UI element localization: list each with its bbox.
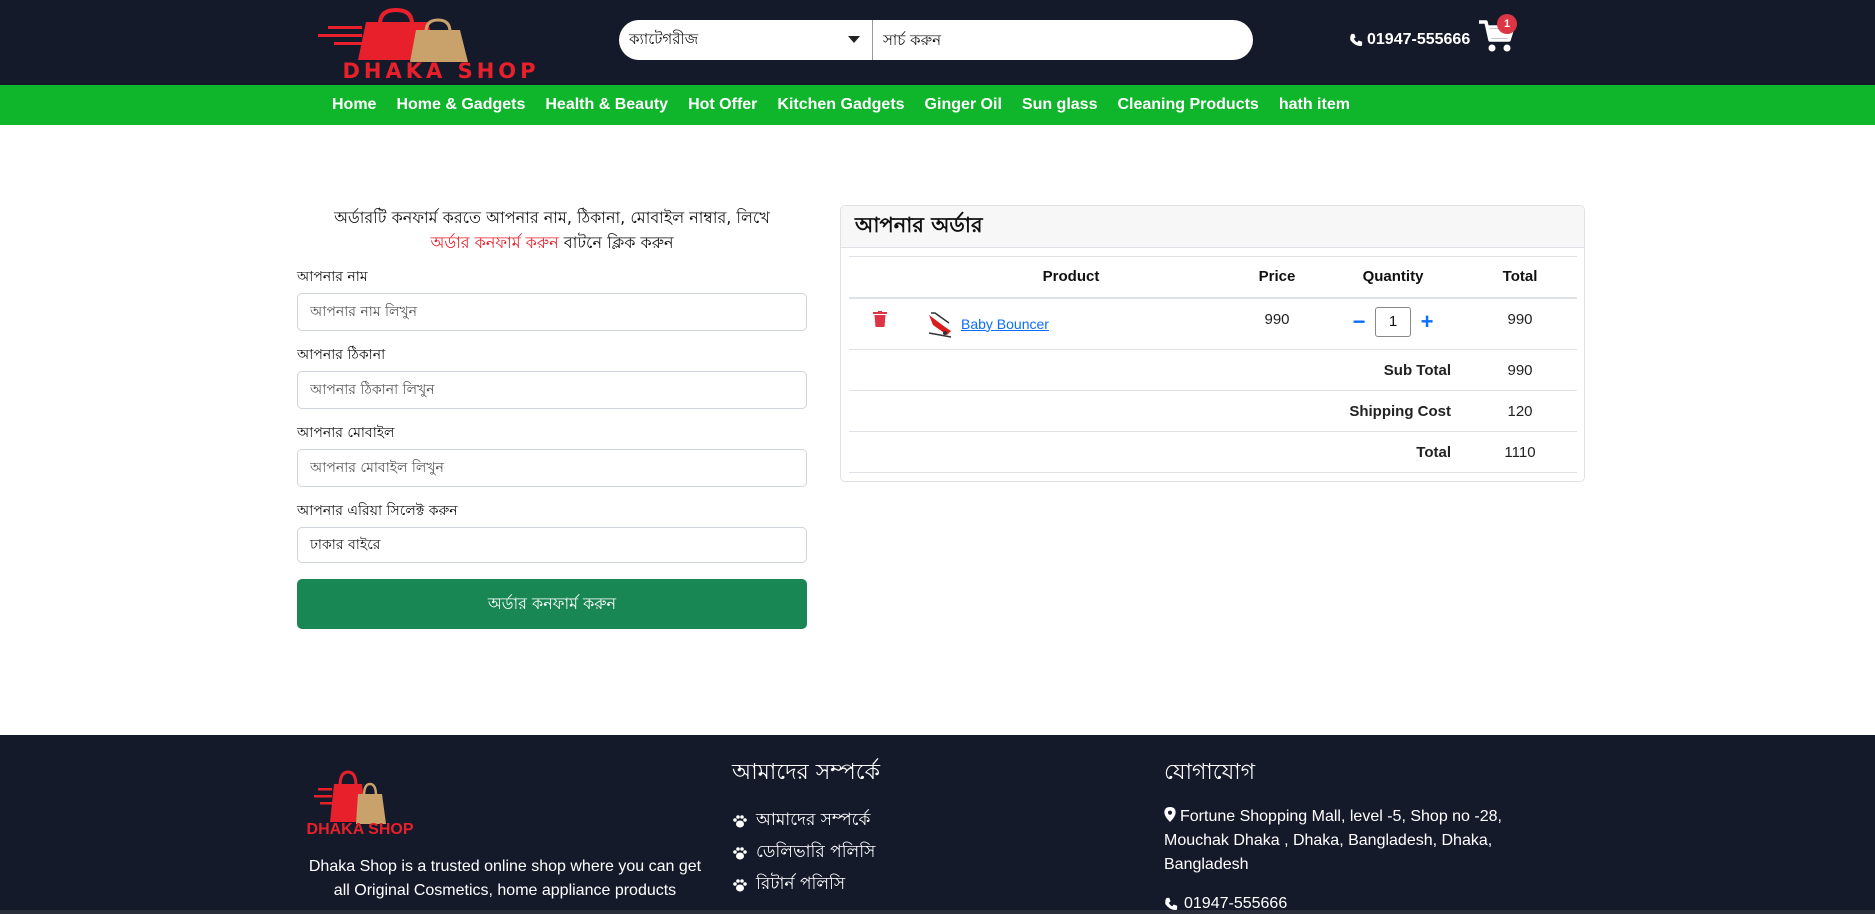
checkout-form: অর্ডারটি কনফার্ম করতে আপনার নাম, ঠিকানা,… bbox=[297, 205, 807, 629]
subtotal-value: 990 bbox=[1463, 349, 1577, 391]
nav-item-kitchen-gadgets[interactable]: Kitchen Gadgets bbox=[767, 96, 914, 114]
quantity-input[interactable] bbox=[1375, 306, 1411, 337]
phone-icon bbox=[1350, 33, 1363, 47]
paw-icon bbox=[733, 879, 747, 892]
total-value: 1110 bbox=[1463, 431, 1577, 473]
footer-about-text: Dhaka Shop is a trusted online shop wher… bbox=[308, 858, 702, 899]
total-row: Total 1110 bbox=[849, 431, 1577, 473]
minus-icon[interactable]: − bbox=[1351, 310, 1367, 332]
order-title: আপনার অর্ডার bbox=[841, 206, 1584, 248]
search-input[interactable] bbox=[873, 20, 1253, 60]
quantity-cell: − + bbox=[1323, 297, 1463, 350]
form-instructions: অর্ডারটি কনফার্ম করতে আপনার নাম, ঠিকানা,… bbox=[297, 205, 807, 255]
nav-item-home-gadgets[interactable]: Home & Gadgets bbox=[386, 96, 535, 114]
logo-text: DHAKA SHOP bbox=[342, 59, 540, 83]
nav-item-ginger-oil[interactable]: Ginger Oil bbox=[915, 96, 1012, 114]
site-logo[interactable]: DHAKA SHOP bbox=[288, 8, 594, 82]
col-price: Price bbox=[1231, 256, 1323, 299]
shopping-bags-logo-icon bbox=[318, 8, 468, 62]
footer-contact-title: যোগাযোগ bbox=[1164, 760, 1256, 785]
address-label: আপনার ঠিকানা bbox=[297, 347, 386, 363]
footer-link-label: রিটার্ন পলিসি bbox=[756, 874, 846, 894]
shipping-label: Shipping Cost bbox=[849, 390, 1463, 432]
header-phone-number: 01947-555666 bbox=[1367, 31, 1471, 48]
area-select-value: ঢাকার বাইরে bbox=[310, 537, 381, 553]
footer-link-label: ডেলিভারি পলিসি bbox=[756, 842, 876, 862]
area-label: আপনার এরিয়া সিলেক্ট করুন bbox=[297, 503, 458, 519]
footer-logo-text: DHAKA SHOP bbox=[306, 821, 414, 838]
instructions-tail: বাটনে ক্লিক করুন bbox=[558, 233, 674, 252]
shipping-row: Shipping Cost 120 bbox=[849, 390, 1577, 432]
footer-about-title: আমাদের সম্পর্কে bbox=[732, 760, 881, 785]
footer-address: Fortune Shopping Mall, level -5, Shop no… bbox=[1164, 805, 1524, 877]
main-nav: Home Home & Gadgets Health & Beauty Hot … bbox=[0, 85, 1875, 125]
nav-item-hot-offer[interactable]: Hot Offer bbox=[678, 96, 767, 114]
col-quantity: Quantity bbox=[1323, 256, 1463, 299]
mobile-label: আপনার মোবাইল bbox=[297, 425, 395, 441]
product-link[interactable]: Baby Bouncer bbox=[961, 316, 1049, 332]
paw-icon bbox=[733, 815, 747, 828]
remove-cell bbox=[849, 297, 911, 350]
trash-icon[interactable] bbox=[873, 310, 887, 327]
category-select[interactable]: ক্যাটেগরীজ bbox=[619, 20, 873, 60]
area-select[interactable]: ঢাকার বাইরে bbox=[297, 527, 807, 563]
order-table: Product Price Quantity Total Baby Bounce… bbox=[849, 256, 1577, 473]
paw-icon bbox=[733, 847, 747, 860]
nav-item-sun-glass[interactable]: Sun glass bbox=[1012, 96, 1108, 114]
map-marker-icon bbox=[1164, 807, 1176, 822]
name-label: আপনার নাম bbox=[297, 269, 368, 285]
item-price: 990 bbox=[1231, 297, 1323, 350]
footer-link-about[interactable]: আমাদের সম্পর্কে bbox=[732, 805, 875, 837]
order-summary-card: আপনার অর্ডার Product Price Quantity Tota… bbox=[840, 205, 1585, 482]
item-total: 990 bbox=[1463, 297, 1577, 350]
col-total: Total bbox=[1463, 256, 1577, 299]
phone-icon bbox=[1165, 897, 1178, 911]
footer-link-delivery[interactable]: ডেলিভারি পলিসি bbox=[732, 837, 875, 869]
product-thumbnail bbox=[928, 311, 952, 338]
footer-address-text: Fortune Shopping Mall, level -5, Shop no… bbox=[1164, 808, 1502, 873]
search-bar: ক্যাটেগরীজ bbox=[619, 20, 1253, 60]
category-select-label: ক্যাটেগরীজ bbox=[629, 29, 699, 48]
instructions-line-1: অর্ডারটি কনফার্ম করতে আপনার নাম, ঠিকানা,… bbox=[334, 208, 770, 227]
col-remove bbox=[849, 256, 911, 299]
product-cell: Baby Bouncer bbox=[911, 297, 1231, 350]
cart-count-badge: 1 bbox=[1497, 14, 1517, 34]
shipping-value: 120 bbox=[1463, 390, 1577, 432]
col-product: Product bbox=[911, 256, 1231, 299]
address-field[interactable] bbox=[297, 371, 807, 409]
name-field[interactable] bbox=[297, 293, 807, 331]
footer-link-return[interactable]: রিটার্ন পলিসি bbox=[732, 869, 875, 901]
footer-links: আমাদের সম্পর্কে ডেলিভারি পলিসি রিটার্ন প… bbox=[732, 805, 875, 901]
order-table-header: Product Price Quantity Total bbox=[849, 256, 1577, 299]
table-row: Baby Bouncer 990 − + 990 bbox=[849, 297, 1577, 350]
caret-down-icon bbox=[848, 36, 860, 43]
footer-divider bbox=[0, 910, 1875, 914]
mobile-field[interactable] bbox=[297, 449, 807, 487]
subtotal-row: Sub Total 990 bbox=[849, 349, 1577, 391]
nav-item-health-beauty[interactable]: Health & Beauty bbox=[535, 96, 678, 114]
instructions-highlight: অর্ডার কনফার্ম করুন bbox=[430, 233, 559, 252]
subtotal-label: Sub Total bbox=[849, 349, 1463, 391]
instructions-line-2: অর্ডার কনফার্ম করুন বাটনে ক্লিক করুন bbox=[297, 230, 807, 255]
nav-item-hath-item[interactable]: hath item bbox=[1269, 96, 1360, 114]
quantity-stepper: − + bbox=[1351, 306, 1435, 337]
footer-link-label: আমাদের সম্পর্কে bbox=[756, 810, 871, 830]
top-header: DHAKA SHOP ক্যাটেগরীজ 01947-555666 1 bbox=[0, 0, 1875, 85]
site-footer: DHAKA SHOP Dhaka Shop is a trusted onlin… bbox=[0, 735, 1875, 914]
confirm-order-button[interactable]: অর্ডার কনফার্ম করুন bbox=[297, 579, 807, 629]
nav-item-cleaning-products[interactable]: Cleaning Products bbox=[1107, 96, 1268, 114]
total-label: Total bbox=[849, 431, 1463, 473]
plus-icon[interactable]: + bbox=[1419, 310, 1435, 332]
header-phone[interactable]: 01947-555666 bbox=[1349, 31, 1470, 49]
nav-item-home[interactable]: Home bbox=[322, 96, 386, 114]
